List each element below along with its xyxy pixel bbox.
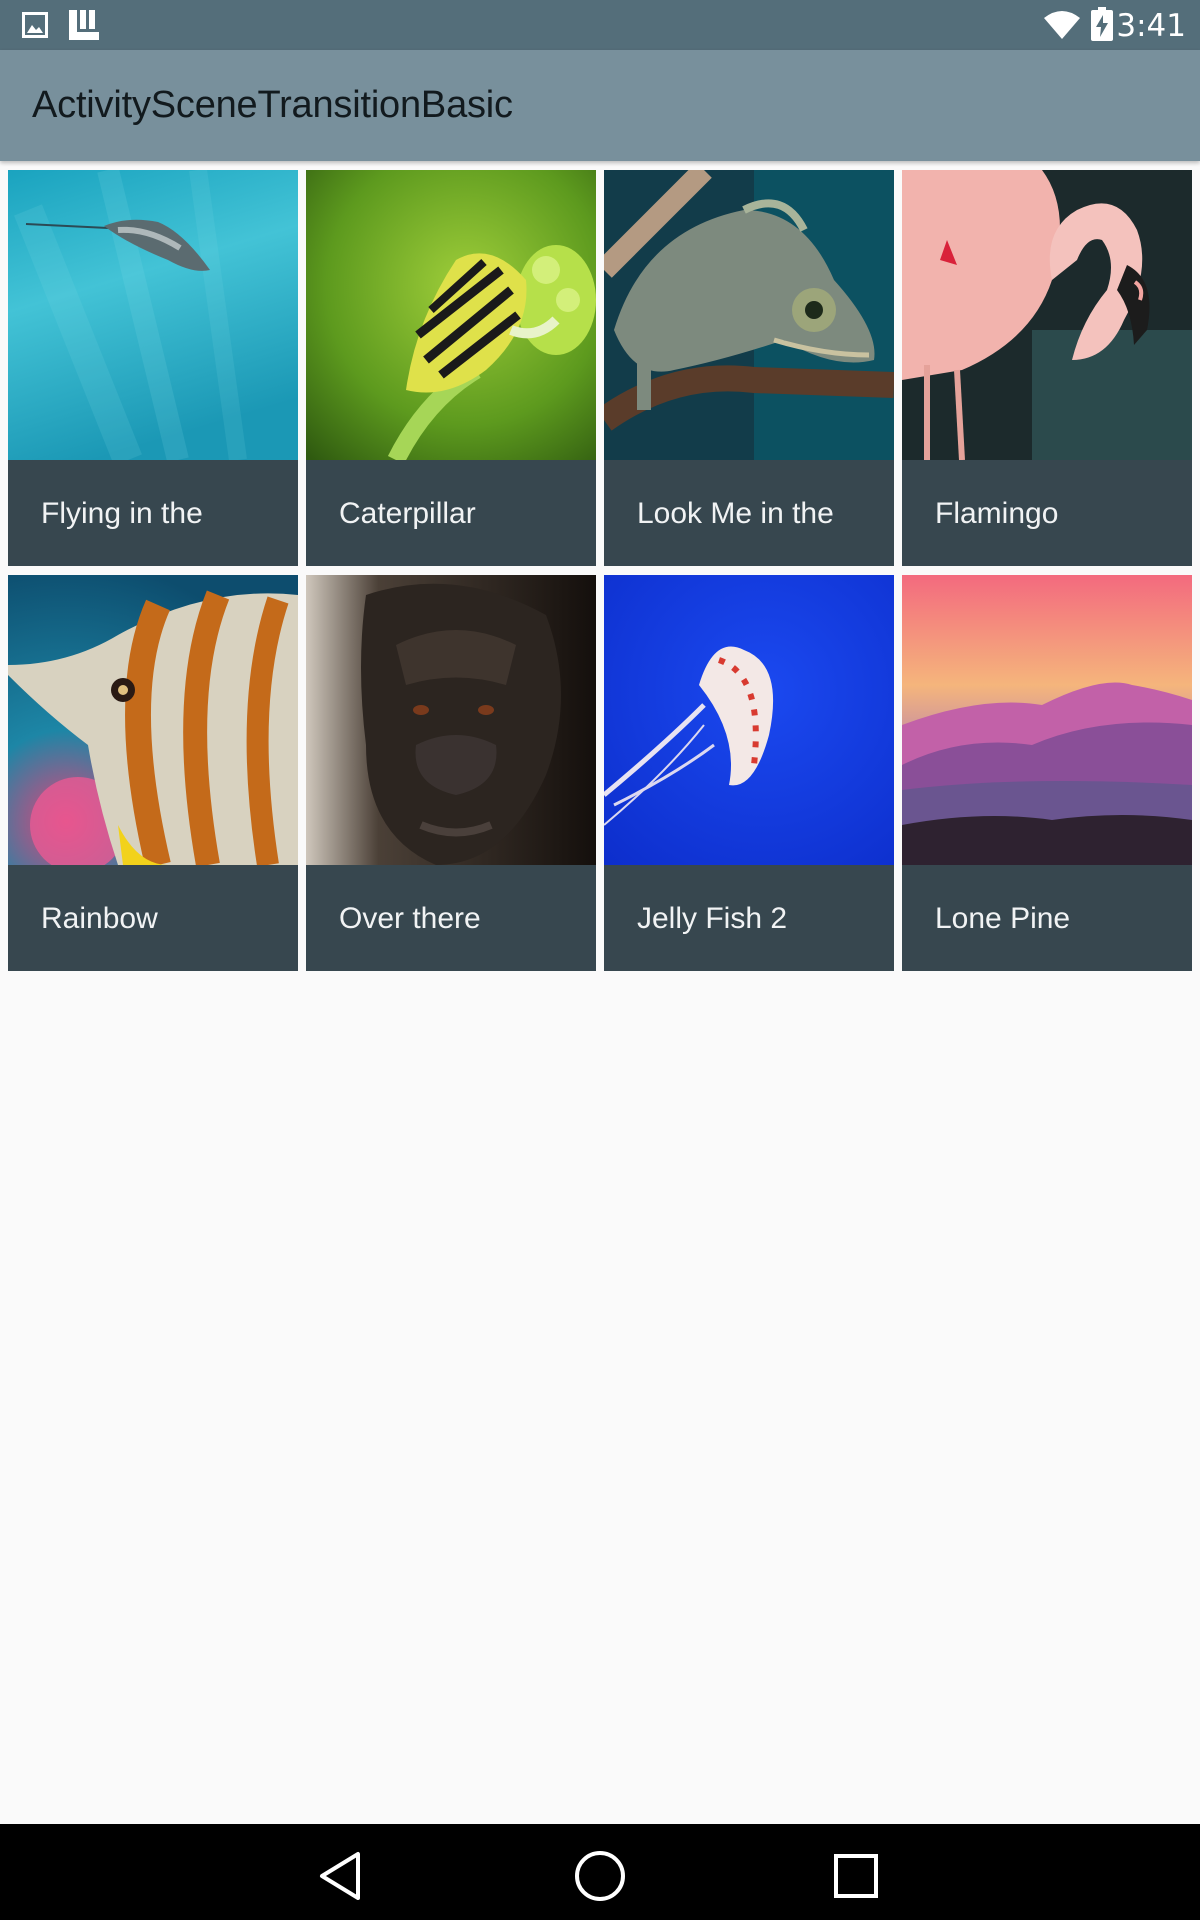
page-title: ActivitySceneTransitionBasic <box>32 84 513 126</box>
status-bar: 3:41 <box>0 0 1200 50</box>
butterflyfish-photo <box>8 575 298 865</box>
grid-item-rainbow[interactable]: Rainbow <box>8 575 298 971</box>
stingray-photo <box>8 170 298 460</box>
gorilla-photo <box>306 575 596 865</box>
wifi-icon <box>1044 11 1080 39</box>
flamingo-photo <box>902 170 1192 460</box>
grid-item-label: Jelly Fish 2 <box>637 902 788 935</box>
caterpillar-photo <box>306 170 596 460</box>
grid-item-chameleon[interactable]: Look Me in the <box>604 170 894 566</box>
grid-item-flying[interactable]: Flying in the <box>8 170 298 566</box>
grid-item-label: Rainbow <box>41 902 158 935</box>
grid-item-caterpillar[interactable]: Caterpillar <box>306 170 596 566</box>
grid-item-label: Flamingo <box>935 497 1059 530</box>
recents-icon[interactable] <box>828 1848 884 1904</box>
grid-item-label: Lone Pine <box>935 902 1071 935</box>
grid-item-over-there[interactable]: Over there <box>306 575 596 971</box>
launcher-icon <box>69 10 99 40</box>
home-icon[interactable] <box>572 1848 628 1904</box>
navigation-bar <box>0 1824 1200 1920</box>
battery-charging-icon <box>1091 7 1113 41</box>
image-grid: Flying in the Caterpillar Look Me in the… <box>8 170 1192 971</box>
chameleon-photo <box>604 170 894 460</box>
grid-item-label: Over there <box>339 902 481 935</box>
image-icon <box>22 12 48 38</box>
clock: 3:41 <box>1116 8 1186 44</box>
jellyfish-photo <box>604 575 894 865</box>
grid-item-label: Flying in the <box>41 497 203 530</box>
grid-item-label: Look Me in the <box>637 497 834 530</box>
app-bar: ActivitySceneTransitionBasic <box>0 50 1200 161</box>
grid-item-jelly-fish[interactable]: Jelly Fish 2 <box>604 575 894 971</box>
mountains-photo <box>902 575 1192 865</box>
back-icon[interactable] <box>314 1848 370 1904</box>
grid-item-lone-pine[interactable]: Lone Pine <box>902 575 1192 971</box>
grid-item-label: Caterpillar <box>339 497 476 530</box>
grid-item-flamingo[interactable]: Flamingo <box>902 170 1192 566</box>
